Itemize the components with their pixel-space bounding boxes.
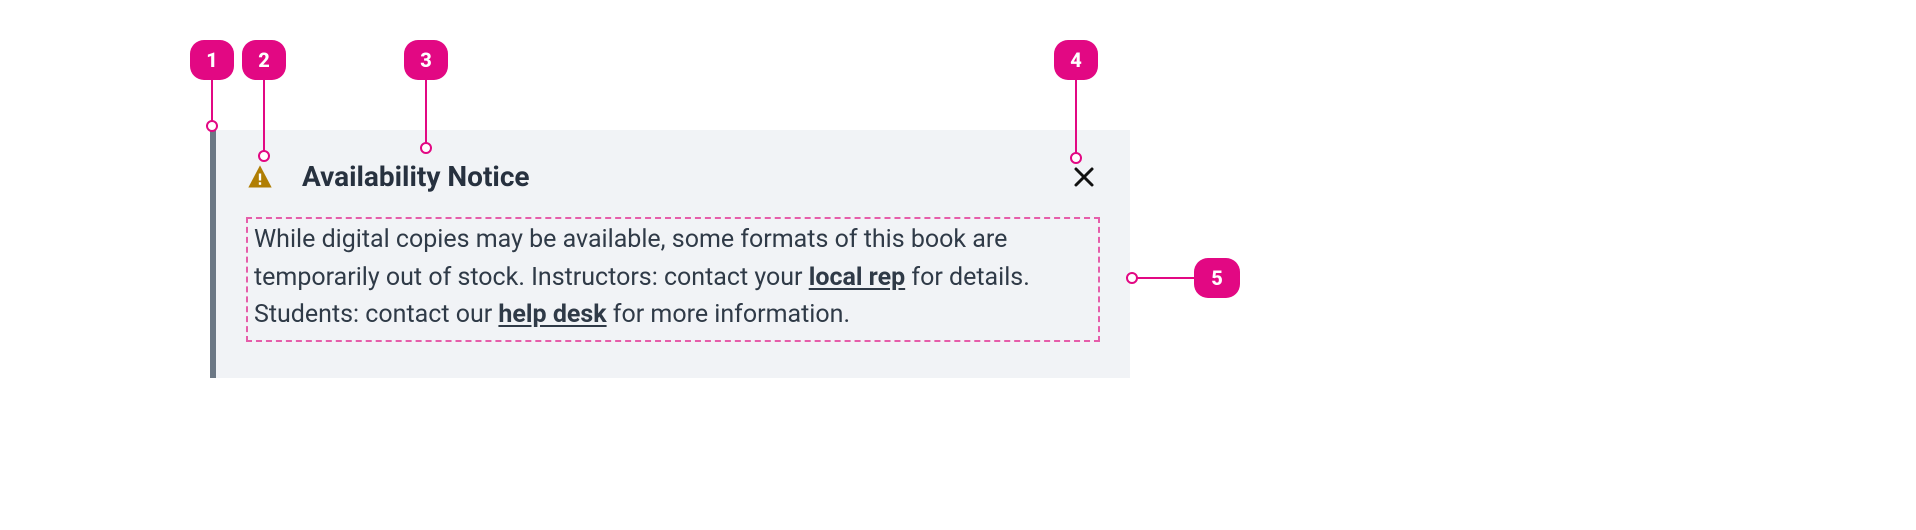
alert-body-slot: While digital copies may be available, s… (246, 217, 1100, 342)
annotation-endpoint (1070, 152, 1082, 164)
annotation-marker-3: 3 (404, 40, 448, 80)
annotation-marker-2: 2 (242, 40, 286, 80)
alert-text: for more information. (607, 300, 850, 329)
annotation-marker-1: 1 (190, 40, 234, 80)
help-desk-link[interactable]: help desk (498, 300, 606, 329)
annotation-leader (1134, 277, 1194, 279)
annotation-endpoint (1126, 272, 1138, 284)
local-rep-link[interactable]: local rep (809, 263, 905, 292)
annotation-leader (1075, 80, 1077, 156)
annotation-marker-4: 4 (1054, 40, 1098, 80)
alert-title: Availability Notice (302, 160, 1068, 193)
warning-icon (246, 163, 274, 191)
alert-banner: Availability Notice While digital copies… (210, 130, 1130, 378)
annotation-endpoint (258, 150, 270, 162)
diagram-stage: 1 2 3 4 5 Availability Notice (0, 0, 1916, 530)
annotation-endpoint (206, 120, 218, 132)
annotation-endpoint (420, 142, 432, 154)
close-icon[interactable] (1068, 161, 1100, 193)
annotation-marker-5: 5 (1194, 258, 1240, 298)
alert-body: While digital copies may be available, s… (254, 221, 1092, 334)
alert-header: Availability Notice (246, 160, 1100, 193)
annotation-leader (425, 80, 427, 146)
annotation-leader (263, 80, 265, 154)
annotation-leader (211, 80, 213, 124)
